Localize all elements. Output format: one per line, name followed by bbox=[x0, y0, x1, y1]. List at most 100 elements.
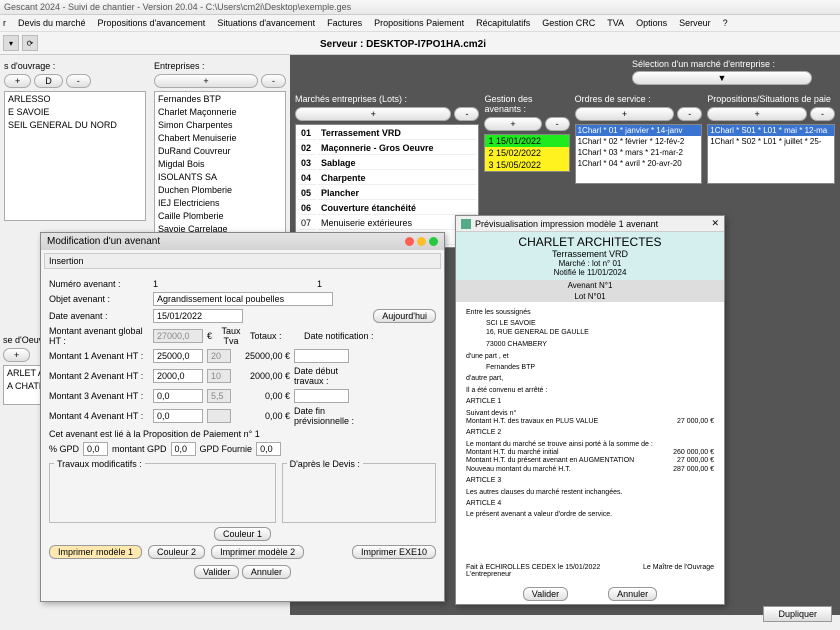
remove-button[interactable]: - bbox=[545, 117, 570, 131]
list-item[interactable]: 3 15/05/2022 bbox=[485, 159, 568, 171]
list-item[interactable]: Caille Plomberie bbox=[156, 210, 284, 223]
value-num: 1 bbox=[153, 279, 193, 289]
menu-item[interactable]: TVA bbox=[604, 17, 627, 29]
couleur1-button[interactable]: Couleur 1 bbox=[214, 527, 271, 541]
remove-button[interactable]: - bbox=[261, 74, 286, 88]
ordres-list[interactable]: 1Charl * 01 * janvier * 14-janv 1Charl *… bbox=[575, 124, 703, 184]
add-button[interactable]: + bbox=[295, 107, 451, 121]
table-row[interactable]: 03Sablage bbox=[298, 157, 476, 170]
add-button[interactable]: + bbox=[154, 74, 258, 88]
menu-item[interactable]: Propositions d'avancement bbox=[95, 17, 209, 29]
input-m2[interactable] bbox=[153, 369, 203, 383]
input-m3-tva[interactable] bbox=[207, 389, 231, 403]
input-notif[interactable] bbox=[294, 349, 349, 363]
list-item[interactable]: E SAVOIE bbox=[6, 106, 144, 119]
d-button[interactable]: D bbox=[34, 74, 63, 88]
ouvrage-list[interactable]: ARLESSO E SAVOIE SEIL GENERAL DU NORD bbox=[4, 91, 146, 221]
input-m2-tva[interactable] bbox=[207, 369, 231, 383]
table-row[interactable]: 06Couverture étanchéité bbox=[298, 202, 476, 215]
table-row[interactable]: 01Terrassement VRD bbox=[298, 127, 476, 140]
annuler-button[interactable]: Annuler bbox=[608, 587, 657, 601]
close-icon[interactable] bbox=[405, 237, 414, 246]
duplicate-button[interactable]: Dupliquer bbox=[763, 606, 832, 622]
value-m1-tot: 25000,00 € bbox=[235, 351, 290, 361]
input-m3[interactable] bbox=[153, 389, 203, 403]
list-item[interactable]: 1Charl * 03 * mars * 21-mar-2 bbox=[576, 147, 702, 158]
list-item[interactable]: 1 15/01/2022 bbox=[485, 135, 568, 147]
remove-button[interactable]: - bbox=[810, 107, 835, 121]
today-button[interactable]: Aujourd'hui bbox=[373, 309, 436, 323]
dropdown-marche[interactable]: ▼ bbox=[632, 71, 812, 85]
list-item[interactable]: Duchen Plomberie bbox=[156, 184, 284, 197]
add-button[interactable]: + bbox=[3, 348, 30, 362]
label-travaux: Travaux modificatifs : bbox=[54, 459, 145, 469]
remove-button[interactable]: - bbox=[454, 107, 479, 121]
couleur2-button[interactable]: Couleur 2 bbox=[148, 545, 205, 559]
add-button[interactable]: + bbox=[4, 74, 31, 88]
list-item[interactable]: Charlet Maçonnerie bbox=[156, 106, 284, 119]
annuler-button[interactable]: Annuler bbox=[242, 565, 291, 579]
input-pgpd[interactable] bbox=[83, 442, 108, 456]
close-icon[interactable]: ✕ bbox=[711, 218, 719, 229]
list-item[interactable]: DuRand Couvreur bbox=[156, 145, 284, 158]
tool-icon[interactable]: ⟳ bbox=[22, 35, 38, 51]
maximize-icon[interactable] bbox=[429, 237, 438, 246]
menu-item[interactable]: Devis du marché bbox=[15, 17, 89, 29]
menu-item[interactable]: Récapitulatifs bbox=[473, 17, 533, 29]
list-item[interactable]: IEJ Electriciens bbox=[156, 197, 284, 210]
menu-item[interactable]: ? bbox=[720, 17, 731, 29]
imprimer-modele1-button[interactable]: Imprimer modèle 1 bbox=[49, 545, 142, 559]
list-item[interactable]: Fernandes BTP bbox=[156, 93, 284, 106]
menu-item[interactable]: Propositions Paiement bbox=[371, 17, 467, 29]
menu-item[interactable]: Serveur bbox=[676, 17, 714, 29]
minimize-icon[interactable] bbox=[417, 237, 426, 246]
add-button[interactable]: + bbox=[484, 117, 541, 131]
input-fgpd[interactable] bbox=[256, 442, 281, 456]
remove-button[interactable]: - bbox=[66, 74, 91, 88]
imprimer-exe10-button[interactable]: Imprimer EXE10 bbox=[352, 545, 436, 559]
menu-item[interactable]: Options bbox=[633, 17, 670, 29]
valider-button[interactable]: Valider bbox=[194, 565, 239, 579]
list-item[interactable]: ISOLANTS SA bbox=[156, 171, 284, 184]
props-list[interactable]: 1Charl * S01 * L01 * mai * 12-ma 1Charl … bbox=[707, 124, 835, 184]
list-item[interactable]: 1Charl * 01 * janvier * 14-janv bbox=[576, 125, 702, 136]
list-item[interactable]: 2 15/02/2022 bbox=[485, 147, 568, 159]
label-lots: Marchés entreprises (Lots) : bbox=[295, 94, 479, 104]
input-m1-tva[interactable] bbox=[207, 349, 231, 363]
remove-button[interactable]: - bbox=[677, 107, 702, 121]
input-date[interactable] bbox=[153, 309, 243, 323]
input-m1[interactable] bbox=[153, 349, 203, 363]
label-ordres: Ordres de service : bbox=[575, 94, 703, 104]
input-m4[interactable] bbox=[153, 409, 203, 423]
menu-item[interactable]: Situations d'avancement bbox=[214, 17, 318, 29]
menu-item[interactable]: Factures bbox=[324, 17, 365, 29]
input-objet[interactable] bbox=[153, 292, 333, 306]
add-button[interactable]: + bbox=[575, 107, 675, 121]
list-item[interactable]: Simon Charpentes bbox=[156, 119, 284, 132]
menu-item[interactable]: r bbox=[0, 17, 9, 29]
add-button[interactable]: + bbox=[707, 107, 807, 121]
list-item[interactable]: Chabert Menuiserie bbox=[156, 132, 284, 145]
list-item[interactable]: 1Charl * 04 * avril * 20-avr-20 bbox=[576, 158, 702, 169]
table-row[interactable]: 02Maçonnerie - Gros Oeuvre bbox=[298, 142, 476, 155]
list-item[interactable]: 1Charl * 02 * février * 12-fév-2 bbox=[576, 136, 702, 147]
imprimer-modele2-button[interactable]: Imprimer modèle 2 bbox=[211, 545, 304, 559]
input-mgpd[interactable] bbox=[171, 442, 196, 456]
list-item[interactable]: SEIL GENERAL DU NORD bbox=[6, 119, 144, 132]
list-item[interactable]: 1Charl * S02 * L01 * juillet * 25- bbox=[708, 136, 834, 147]
input-m4-tva[interactable] bbox=[207, 409, 231, 423]
list-item[interactable]: 1Charl * S01 * L01 * mai * 12-ma bbox=[708, 125, 834, 136]
list-item[interactable]: ARLESSO bbox=[6, 93, 144, 106]
lots-table[interactable]: 01Terrassement VRD 02Maçonnerie - Gros O… bbox=[295, 124, 479, 248]
input-debut[interactable] bbox=[294, 389, 349, 403]
input-global[interactable] bbox=[153, 329, 203, 343]
table-row[interactable]: 04Charpente bbox=[298, 172, 476, 185]
table-row[interactable]: 05Plancher bbox=[298, 187, 476, 200]
tool-icon[interactable]: ▾ bbox=[3, 35, 19, 51]
valider-button[interactable]: Valider bbox=[523, 587, 568, 601]
table-row[interactable]: 07Menuiserie extérieures bbox=[298, 217, 476, 230]
entreprise-list[interactable]: Fernandes BTP Charlet Maçonnerie Simon C… bbox=[154, 91, 286, 251]
menu-item[interactable]: Gestion CRC bbox=[539, 17, 598, 29]
avenants-list[interactable]: 1 15/01/2022 2 15/02/2022 3 15/05/2022 bbox=[484, 134, 569, 172]
list-item[interactable]: Migdal Bois bbox=[156, 158, 284, 171]
